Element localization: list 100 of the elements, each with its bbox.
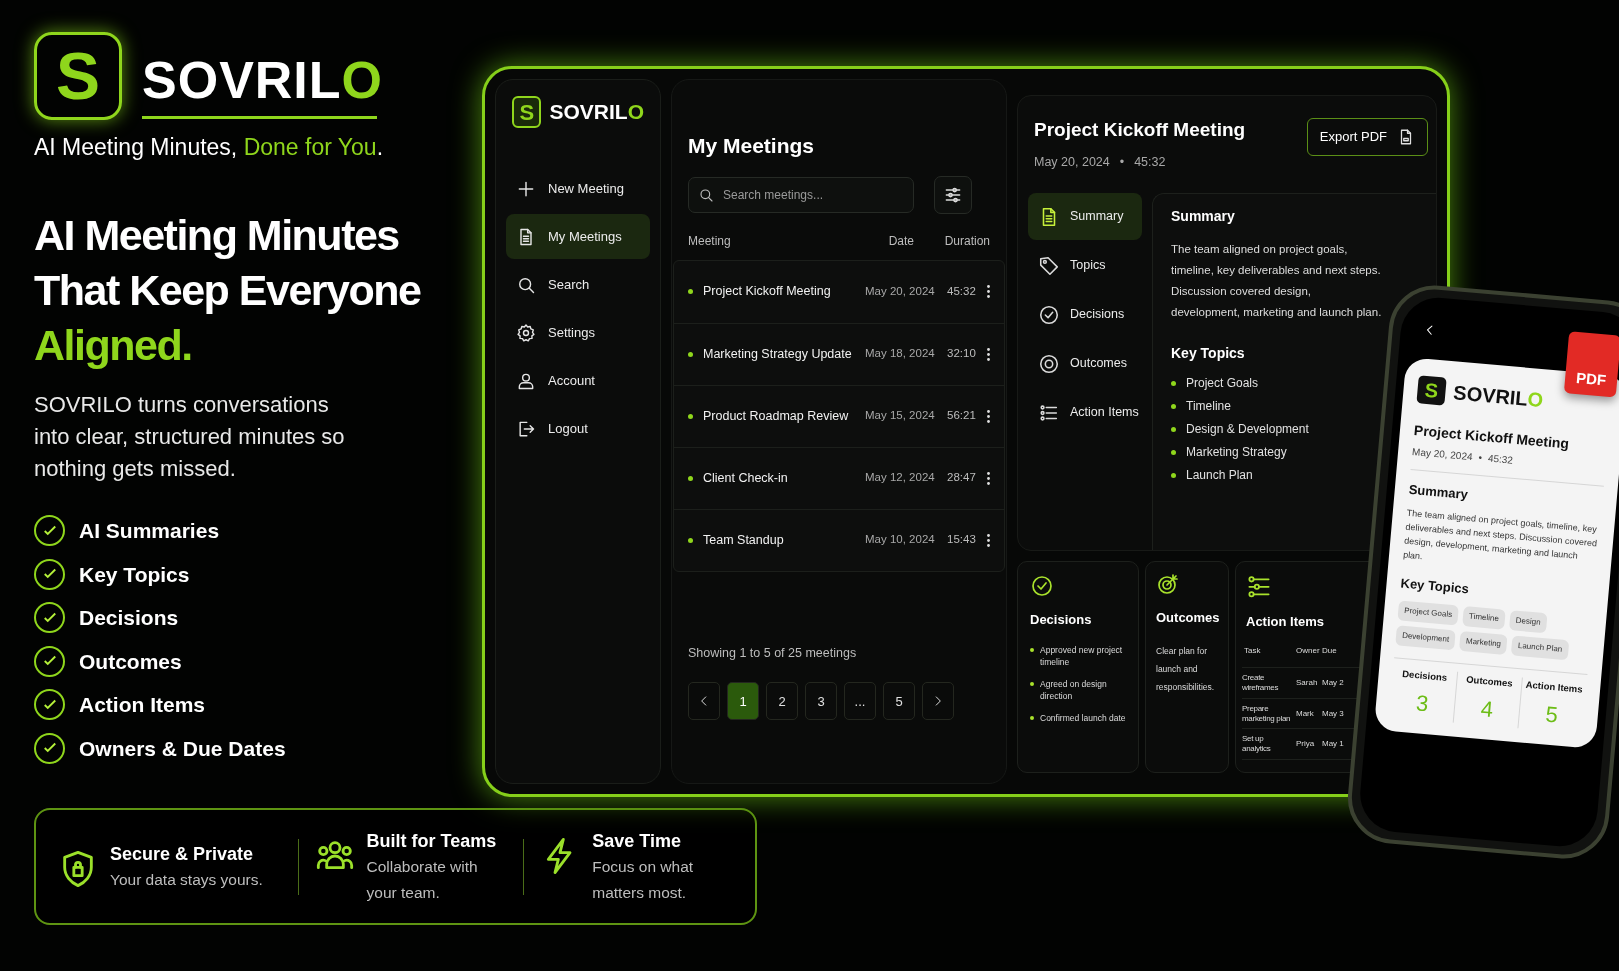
tagline: AI Meeting Minutes, Done for You. [34,133,385,162]
meeting-row[interactable]: Marketing Strategy Update May 18, 2024 32:10 [674,322,1004,385]
page-button[interactable]: ... [844,682,876,721]
meeting-row[interactable]: Project Kickoff Meeting May 20, 2024 45:32 [674,260,1004,323]
meeting-date: May 20, 2024 [865,283,936,299]
meeting-duration: 45:32 [947,283,977,299]
meeting-duration: 45:32 [1487,451,1514,468]
table-cell: May 2 [1322,677,1344,688]
feature-label: Decisions [79,605,179,631]
headline: That Keep Everyone [34,265,422,316]
highlight-text: Your data stays yours. [110,869,263,890]
highlight-text: Collaborate with your team. [366,856,479,903]
meeting-duration: 15:43 [947,532,977,548]
meeting-name: Marketing Strategy Update [703,345,853,363]
highlight-title: Save Time [592,829,682,853]
card-title: Decisions [1030,611,1093,629]
target-icon [1038,352,1060,375]
table-cell-text: Mark [1296,708,1315,719]
meeting-date: May 10, 2024 [865,532,936,548]
stat-value: 5 [1544,700,1560,730]
feature-label: Outcomes [79,648,182,675]
headline: Aligned. [34,320,193,371]
stat-label: Outcomes [1465,672,1514,691]
stat-value: 4 [1479,695,1495,725]
nav-item[interactable]: Logout [506,406,650,451]
more-icon[interactable] [987,471,990,485]
decision-item: Approved new project timeline [1040,643,1124,668]
brand-name: SOVRILO [549,99,644,126]
filter-button[interactable] [934,175,972,214]
topic-item: Timeline [1186,398,1231,416]
outcome-text: Clear plan for launch and responsibilities. [1156,644,1216,694]
nav-item[interactable]: Search [506,262,650,307]
section-tab[interactable]: Action Items [1028,389,1142,437]
topic-item: Project Goals [1186,375,1259,393]
search-field[interactable]: Search meetings... [688,176,914,213]
table-cell-text: Prepare marketing plan [1242,703,1292,724]
section-tab[interactable]: Topics [1028,242,1142,290]
meeting-duration: 45:32 [1134,153,1166,171]
topic-chip: Project Goals [1397,600,1459,626]
meeting-row[interactable]: Team Standup May 10, 2024 15:43 [674,508,1004,571]
export-pdf-button[interactable]: Export PDF [1306,118,1428,156]
topic-item: Design & Development [1186,421,1309,439]
meeting-date: May 18, 2024 [865,346,936,362]
card-title: Action Items [1246,612,1325,631]
settings-icon [516,322,536,343]
meeting-name: Client Check-in [703,469,789,487]
section-heading: Summary [1171,207,1236,227]
decision-item: Confirmed launch date [1040,711,1126,724]
section-heading: Key Topics [1171,344,1246,364]
feature-label: AI Summaries [79,518,220,544]
meeting-row[interactable]: Product Roadmap Review May 15, 2024 56:21 [674,384,1004,447]
meeting-row[interactable]: Client Check-in May 12, 2024 28:47 [674,446,1004,509]
meeting-name: Project Kickoff Meeting [703,283,832,301]
more-icon[interactable] [987,409,990,423]
logo-badge: S [512,96,542,128]
section-tab[interactable]: Decisions [1028,291,1142,339]
logo-badge: S [1416,375,1447,406]
target-arrow-icon [1156,572,1180,596]
topic-item: Launch Plan [1186,467,1253,485]
nav-item[interactable]: Settings [506,310,650,355]
highlight-text: Focus on what matters most. [592,856,695,903]
meeting-date: May 15, 2024 [865,408,936,424]
brand-name: SOVRIL O [1452,380,1545,414]
page-button[interactable]: 1 [727,682,759,721]
column-header: Due [1322,645,1337,658]
highlight-title: Built for Teams [366,829,498,853]
page-button[interactable]: 5 [883,682,915,721]
nav-item[interactable]: My Meetings [506,214,650,259]
column-header: Duration [944,232,990,250]
card-title: Outcomes [1156,609,1218,627]
page-button[interactable]: 3 [805,682,837,721]
section-heading: Key Topics [1399,574,1471,598]
section-tab[interactable]: Summary [1028,193,1142,241]
table-cell-text: Set up analytics [1242,734,1272,755]
topic-item: Marketing Strategy [1186,444,1287,462]
meeting-date: May 20, 2024 [1411,445,1474,465]
summary-text: The team aligned on project goals, timeline, key deliverables and next steps. Discussion covered design, development, marketing and launch plan. [1402,506,1599,563]
brand-name: SOVRILO [142,50,384,110]
logo-badge: S [34,32,122,120]
stat-label: Decisions [1401,667,1448,685]
column-header: Meeting [688,232,732,250]
separator-dot: • [1119,153,1125,171]
meeting-duration: 32:10 [947,346,977,362]
more-icon[interactable] [987,533,990,547]
table-cell: May 3 [1322,708,1344,719]
more-icon[interactable] [987,347,990,361]
table-cell: May 1 [1322,739,1344,750]
meeting-title: Project Kickoff Meeting [1034,118,1247,142]
nav-item[interactable]: New Meeting [506,166,650,211]
more-icon[interactable] [987,285,990,298]
feature-label: Key Topics [79,561,190,588]
meeting-date: May 12, 2024 [865,470,936,486]
stat-value: 3 [1414,689,1430,719]
check-circle-icon [1030,574,1054,598]
section-tab[interactable]: Outcomes [1028,340,1142,388]
topic-chip: Marketing [1459,630,1508,655]
nav-item[interactable]: Account [506,358,650,403]
topic-chip: Development [1395,625,1456,651]
highlight-title: Secure & Private [110,842,255,866]
page-button[interactable]: 2 [766,682,798,721]
